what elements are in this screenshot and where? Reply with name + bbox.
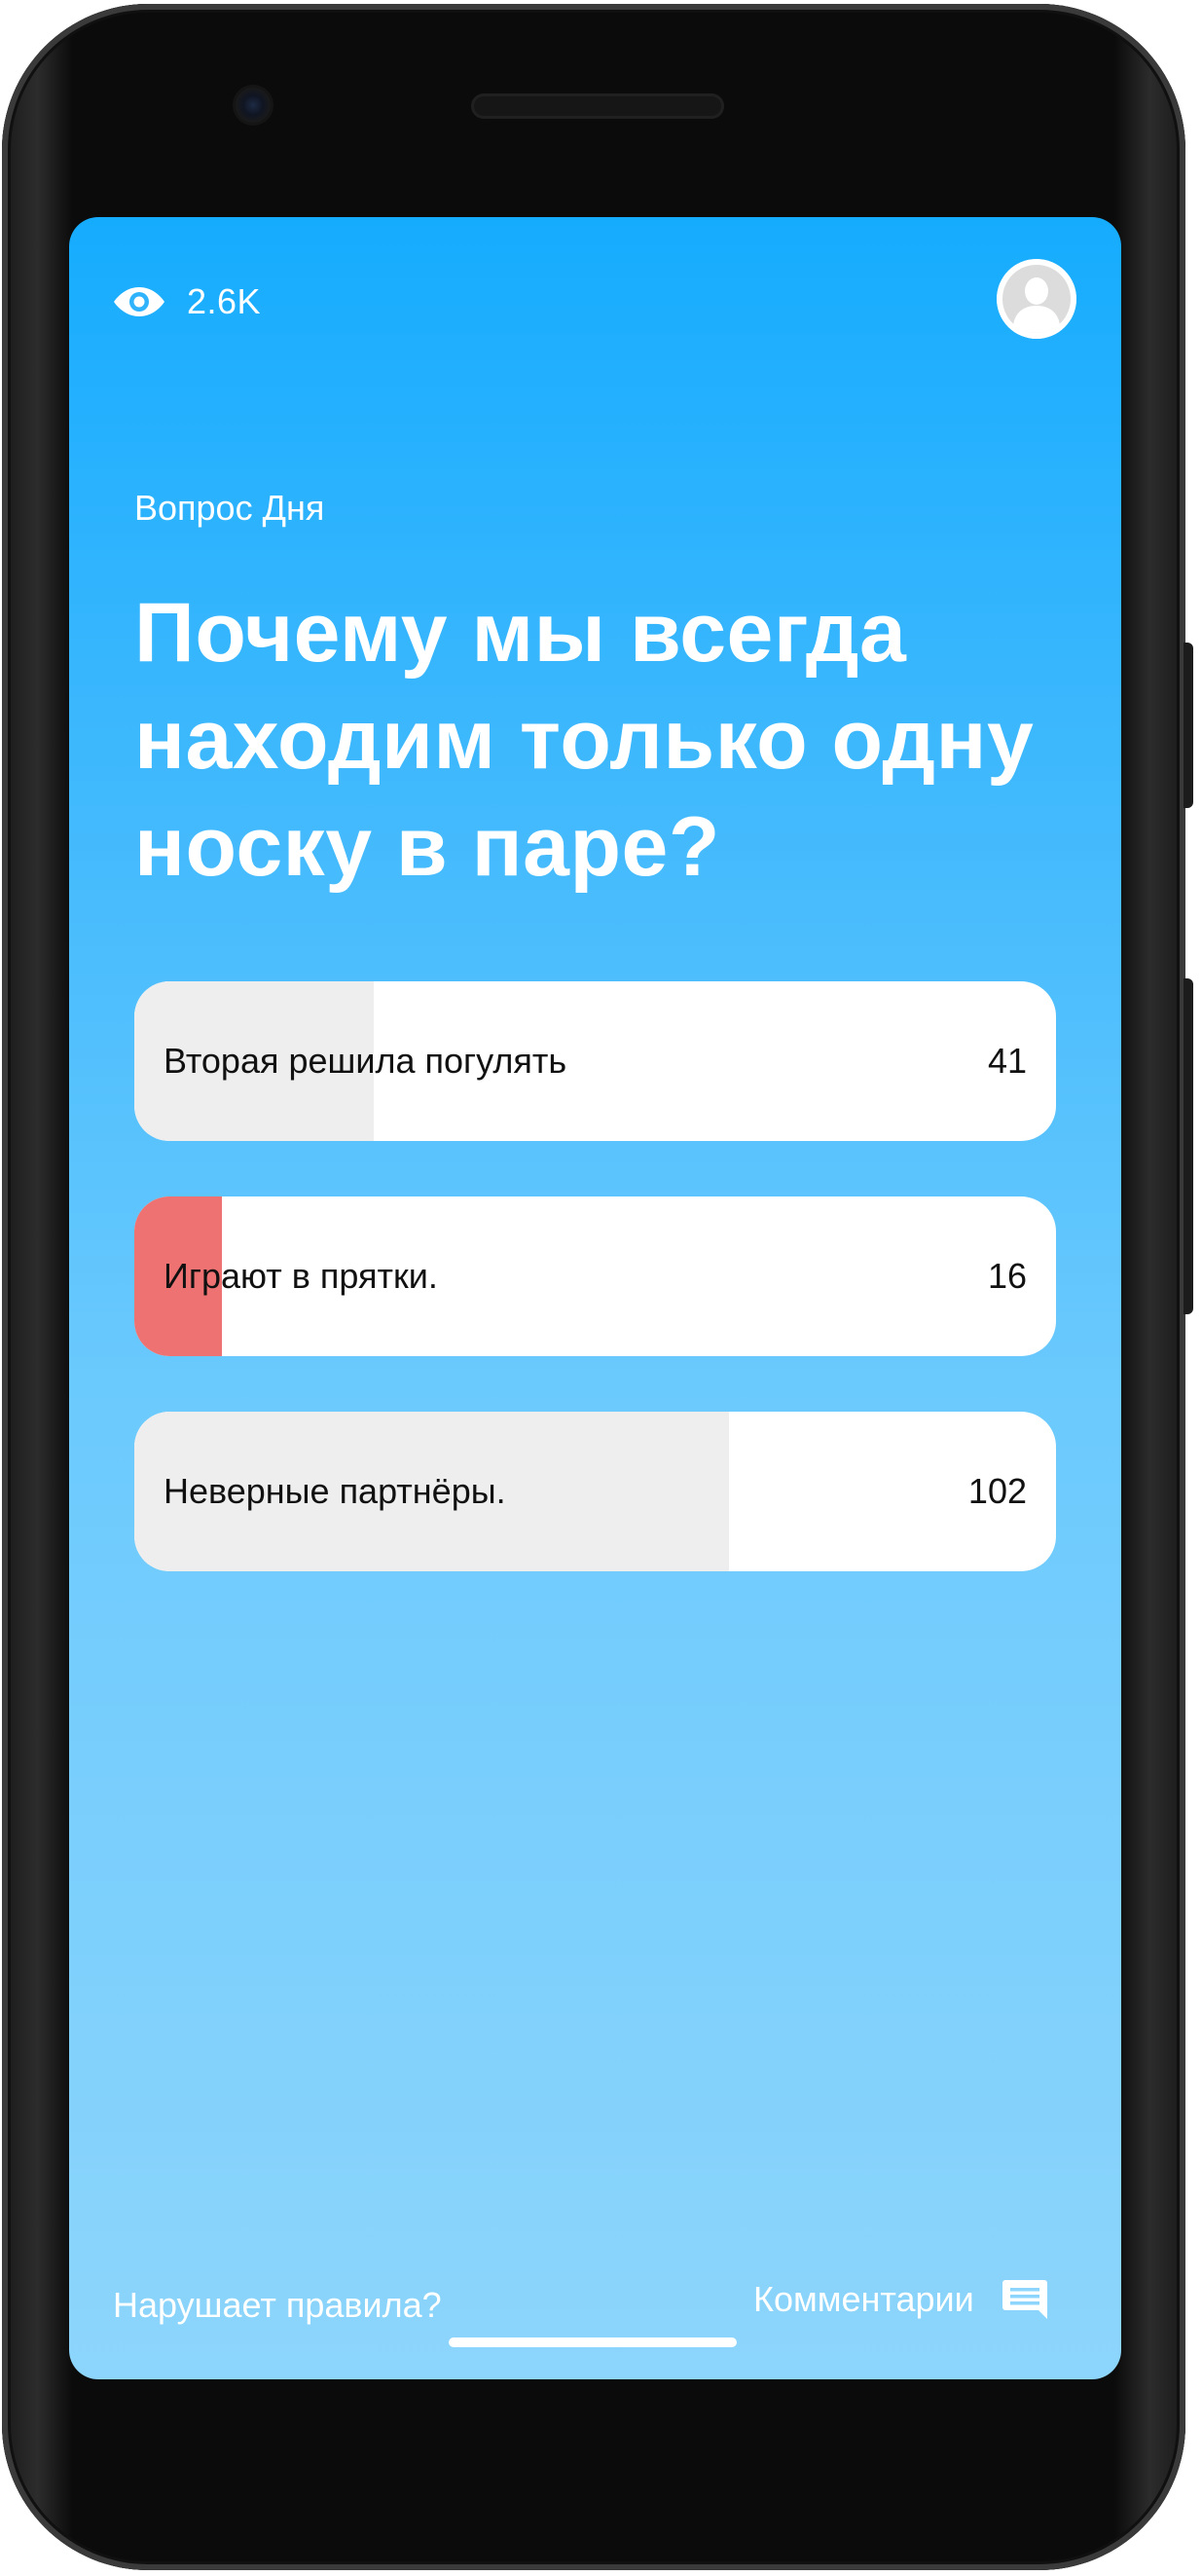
poll-option[interactable]: Неверные партнёры. 102: [134, 1412, 1056, 1571]
comments-button[interactable]: Комментарии: [753, 2278, 1048, 2321]
earpiece-speaker: [471, 93, 724, 119]
poll-options: Вторая решила погулять 41 Играют в прятк…: [134, 981, 1056, 1627]
poll-kicker: Вопрос Дня: [134, 488, 325, 528]
volume-button: [1184, 643, 1193, 808]
home-indicator[interactable]: [449, 2337, 737, 2347]
user-avatar-icon: [997, 259, 1076, 339]
poll-option[interactable]: Играют в прятки. 16: [134, 1196, 1056, 1356]
poll-question: Почему мы всегда находим только одну нос…: [134, 586, 1035, 894]
poll-option[interactable]: Вторая решила погулять 41: [134, 981, 1056, 1141]
power-button: [1184, 978, 1193, 1314]
option-label: Вторая решила погулять: [164, 1041, 567, 1081]
report-link[interactable]: Нарушает правила?: [113, 2285, 442, 2326]
option-label: Играют в прятки.: [164, 1256, 438, 1296]
phone-frame: 2.6K Вопрос Дня Почему мы всегда находим…: [2, 4, 1185, 2570]
views-counter: 2.6K: [113, 281, 261, 322]
option-label: Неверные партнёры.: [164, 1471, 506, 1511]
comments-label: Комментарии: [753, 2279, 974, 2319]
option-vote-count: 41: [987, 1041, 1027, 1081]
comment-icon: [1002, 2280, 1047, 2319]
views-count: 2.6K: [187, 281, 262, 321]
option-vote-count: 102: [967, 1471, 1027, 1511]
top-bar: 2.6K: [69, 217, 1121, 392]
option-vote-count: 16: [987, 1256, 1027, 1296]
eye-icon: [114, 287, 164, 316]
front-camera: [236, 88, 271, 123]
poll-screen: 2.6K Вопрос Дня Почему мы всегда находим…: [69, 217, 1121, 2379]
avatar[interactable]: [997, 259, 1076, 339]
